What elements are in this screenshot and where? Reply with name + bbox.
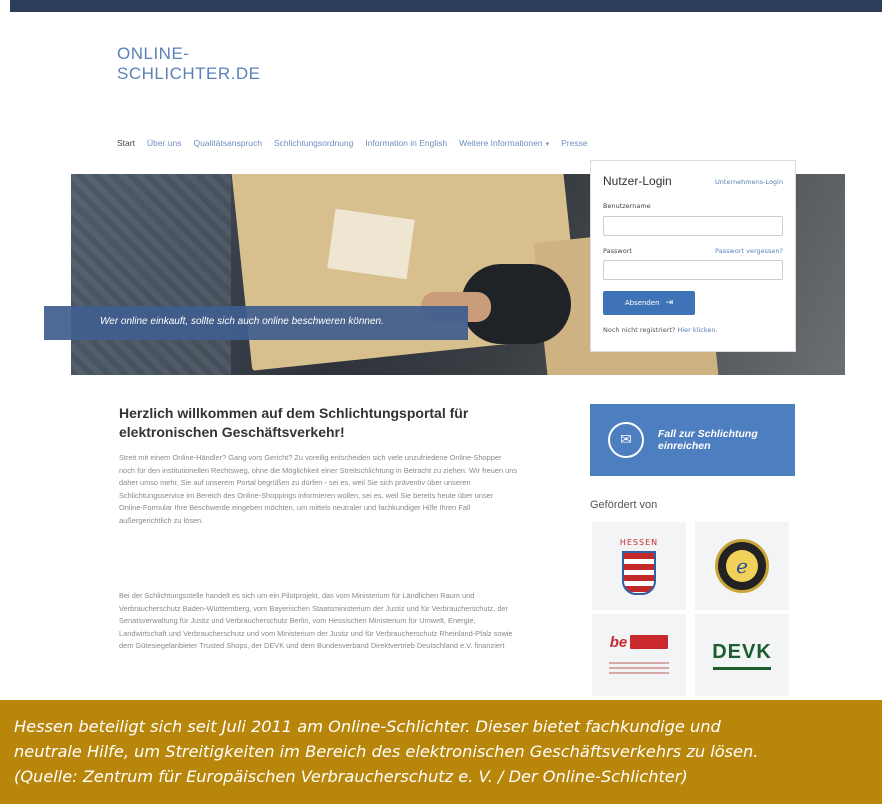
- be-berlin-logo: be: [610, 634, 669, 651]
- register-link[interactable]: Hier klicken.: [677, 326, 717, 334]
- register-text: Noch nicht registriert?: [603, 326, 676, 334]
- nav-item-weitere-informationen[interactable]: Weitere Informationen ▾: [459, 138, 549, 148]
- be-berlin-logo-be: be: [609, 633, 628, 651]
- sponsor-devk[interactable]: DEVK: [695, 614, 789, 696]
- hero-floor: [71, 174, 231, 375]
- envelope-icon: ✉: [608, 422, 644, 458]
- logo-line-1: ONLINE-: [117, 44, 190, 63]
- sponsor-berlin[interactable]: be: [592, 614, 686, 696]
- username-field[interactable]: [603, 216, 783, 236]
- nav-item-start[interactable]: Start: [117, 138, 135, 148]
- sponsor-hessen[interactable]: HESSEN: [592, 522, 686, 610]
- sponsors-heading: Gefördert von: [590, 499, 658, 511]
- login-title: Nutzer-Login: [603, 174, 672, 188]
- sponsor-trusted-shops[interactable]: e: [695, 522, 789, 610]
- photo-caption: Hessen beteiligt sich seit Juli 2011 am …: [0, 700, 882, 804]
- nav-item-ueber-uns[interactable]: Über uns: [147, 138, 182, 148]
- intro-paragraph: Streit mit einem Online-Händler? Gang vo…: [119, 453, 518, 525]
- forgot-password-link[interactable]: Passwort vergessen?: [715, 247, 783, 255]
- trusted-shops-e-icon: e: [726, 550, 758, 582]
- submit-label: Absenden: [624, 299, 660, 307]
- password-field[interactable]: [603, 260, 783, 280]
- chevron-down-icon: ▾: [545, 141, 550, 148]
- submit-button[interactable]: Absenden ⇥: [603, 291, 695, 315]
- berlin-subtext: [609, 659, 669, 677]
- trusted-shops-seal-icon: e: [715, 539, 769, 593]
- top-bar: [10, 0, 882, 12]
- nav-item-presse[interactable]: Presse: [561, 138, 587, 148]
- devk-logo: DEVK: [712, 640, 772, 663]
- site-logo[interactable]: ONLINE- SCHLICHTER.DE: [117, 44, 260, 84]
- submit-case-label: Fall zur Schlichtung einreichen: [658, 428, 758, 452]
- nav-item-schlichtungsordnung[interactable]: Schlichtungsordnung: [274, 138, 353, 148]
- caption-line-3: (Quelle: Zentrum für Europäischen Verbra…: [14, 767, 688, 786]
- funding-paragraph: Bei der Schlichtungsstelle handelt es si…: [119, 591, 513, 650]
- berlin-flag-icon: [630, 635, 669, 649]
- main-nav: Start Über uns Qualitätsanspruch Schlich…: [117, 138, 588, 148]
- logo-line-2: SCHLICHTER.DE: [117, 64, 261, 83]
- caption-line-1: Hessen beteiligt sich seit Juli 2011 am …: [14, 717, 721, 736]
- password-label: Passwort: [603, 247, 632, 255]
- login-panel: Nutzer-Login Unternehmens-Login Benutzer…: [590, 160, 796, 352]
- nav-item-qualitaetsanspruch[interactable]: Qualitätsanspruch: [193, 138, 262, 148]
- nav-item-weitere-label: Weitere Informationen: [459, 138, 543, 148]
- login-arrow-icon: ⇥: [665, 298, 674, 308]
- submit-case-button[interactable]: ✉ Fall zur Schlichtung einreichen: [590, 404, 795, 476]
- nav-item-information-english[interactable]: Information in English: [365, 138, 447, 148]
- hero-paper: [327, 208, 415, 280]
- page-title: Herzlich willkommen auf dem Schlichtungs…: [119, 405, 469, 440]
- devk-tagline: [713, 666, 771, 670]
- hero-banner-text: Wer online einkauft, sollte sich auch on…: [100, 316, 384, 327]
- caption-line-2: neutrale Hilfe, um Streitigkeiten im Ber…: [14, 742, 759, 761]
- company-login-link[interactable]: Unternehmens-Login: [715, 178, 783, 186]
- register-row: Noch nicht registriert? Hier klicken.: [603, 326, 718, 334]
- username-label: Benutzername: [603, 202, 651, 210]
- hessen-crest-icon: [622, 550, 656, 595]
- hessen-label: HESSEN: [619, 537, 659, 547]
